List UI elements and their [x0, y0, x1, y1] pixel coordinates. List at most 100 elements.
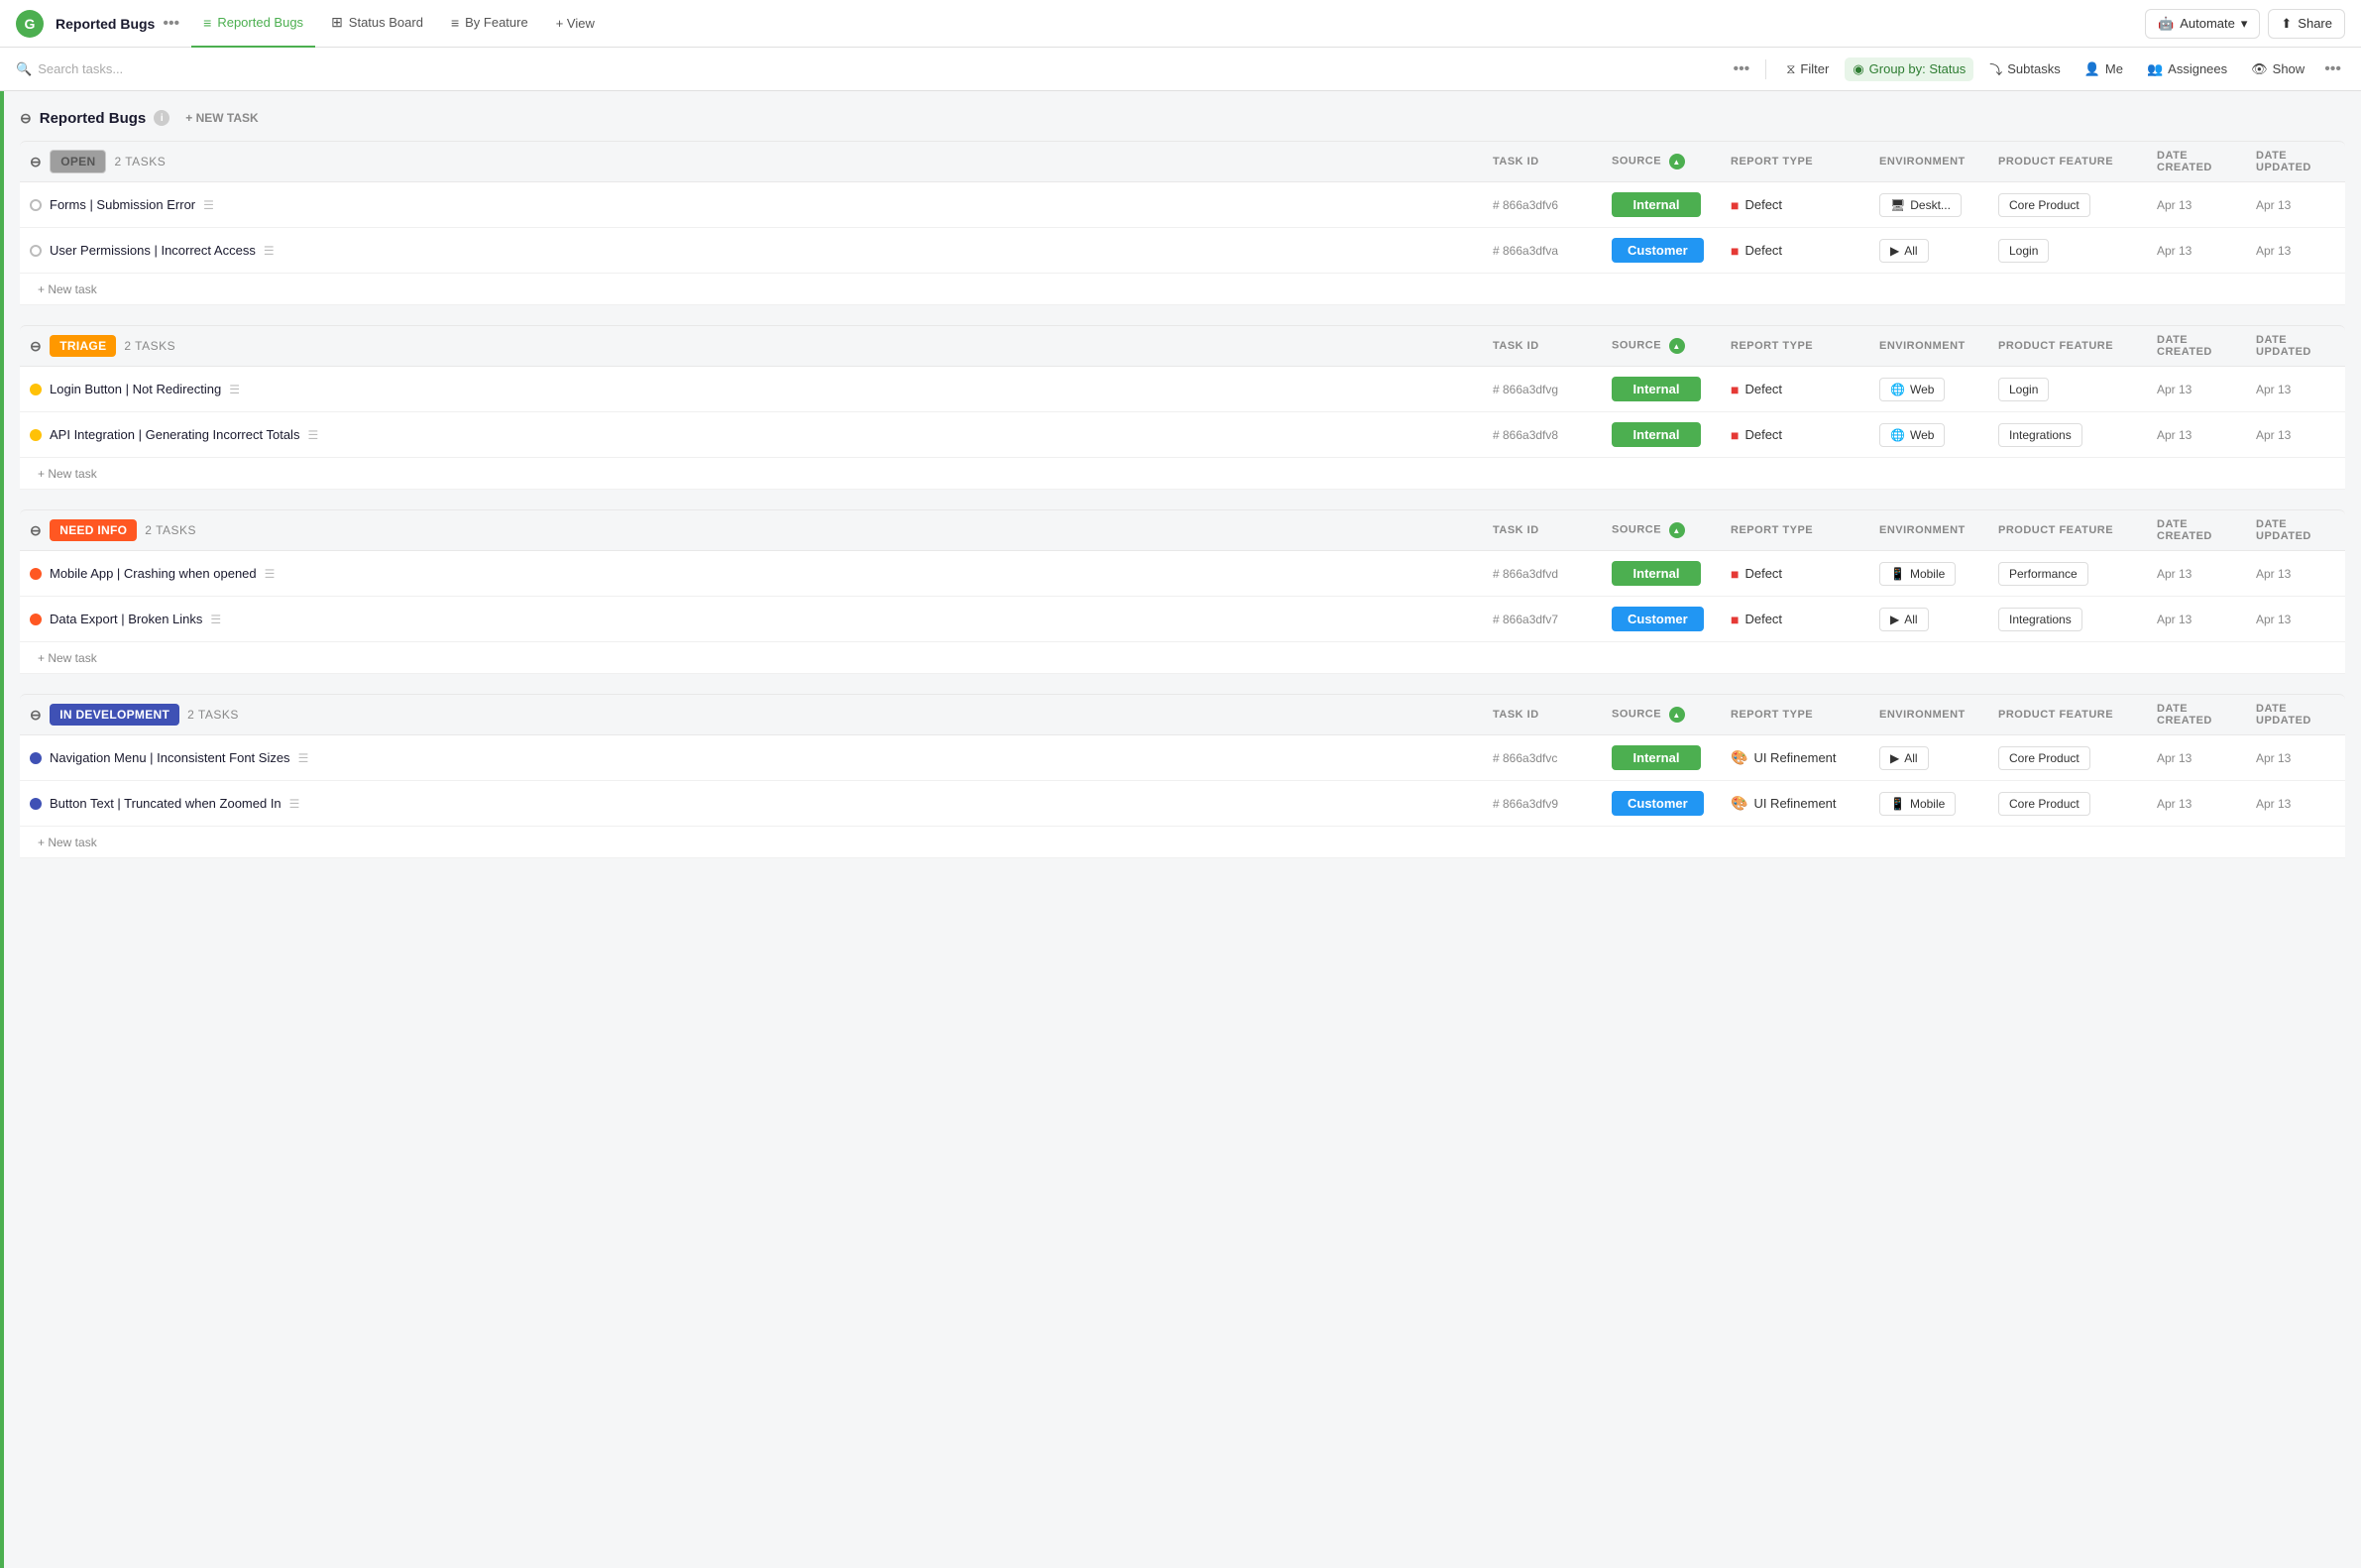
tab-by-feature[interactable]: ≡ By Feature	[439, 0, 540, 48]
subtasks-button[interactable]: ⤵ Subtasks	[1981, 56, 2069, 82]
task-menu-icon-triage-1[interactable]: ☰	[307, 428, 318, 442]
report-icon-need-info-0: ■	[1731, 566, 1739, 582]
task-feature-cell-open-1[interactable]: Login	[1988, 228, 2147, 274]
env-badge-need-info-1: ▶ All	[1879, 608, 1929, 631]
new-task-row-open[interactable]: + New task	[20, 274, 2345, 305]
task-name-triage-0[interactable]: Login Button | Not Redirecting	[50, 382, 221, 396]
task-name-in-development-0[interactable]: Navigation Menu | Inconsistent Font Size…	[50, 750, 290, 765]
new-task-button-open[interactable]: + New task	[30, 279, 105, 300]
automate-button[interactable]: 🤖 Automate ▾	[2145, 9, 2260, 39]
tab-status-board[interactable]: ⊞ Status Board	[319, 0, 435, 48]
task-feature-cell-in-development-0[interactable]: Core Product	[1988, 735, 2147, 781]
group-chevron-triage[interactable]: ⊖	[30, 338, 42, 355]
group-status-badge-in-development[interactable]: IN DEVELOPMENT	[50, 704, 179, 726]
task-env-cell-need-info-0[interactable]: 📱 Mobile	[1869, 551, 1988, 597]
task-name-open-1[interactable]: User Permissions | Incorrect Access	[50, 243, 256, 258]
group-chevron-in-development[interactable]: ⊖	[30, 707, 42, 724]
source-sort-icon-open[interactable]: ▲	[1669, 154, 1685, 169]
task-row-in-development-0[interactable]: Navigation Menu | Inconsistent Font Size…	[20, 735, 2345, 781]
task-name-need-info-0[interactable]: Mobile App | Crashing when opened	[50, 566, 257, 581]
task-source-cell-in-development-1[interactable]: Customer	[1602, 781, 1721, 827]
task-menu-icon-need-info-1[interactable]: ☰	[210, 613, 221, 626]
group-status-badge-triage[interactable]: TRIAGE	[50, 335, 116, 357]
task-menu-icon-triage-0[interactable]: ☰	[229, 383, 240, 396]
new-task-header-button[interactable]: + NEW TASK	[177, 107, 266, 129]
group-chevron-open[interactable]: ⊖	[30, 154, 42, 170]
group-chevron-need-info[interactable]: ⊖	[30, 522, 42, 539]
task-source-cell-triage-0[interactable]: Internal	[1602, 367, 1721, 412]
assignees-button[interactable]: 👥 Assignees	[2139, 57, 2235, 81]
add-view-button[interactable]: + View	[544, 0, 607, 48]
source-sort-icon-in-development[interactable]: ▲	[1669, 707, 1685, 723]
task-row-need-info-0[interactable]: Mobile App | Crashing when opened ☰ # 86…	[20, 551, 2345, 597]
task-source-cell-need-info-1[interactable]: Customer	[1602, 597, 1721, 642]
section-chevron-icon[interactable]: ⊖	[20, 110, 32, 127]
task-feature-cell-triage-0[interactable]: Login	[1988, 367, 2147, 412]
title-more-options[interactable]: •••	[163, 15, 179, 33]
me-button[interactable]: 👤 Me	[2077, 57, 2131, 81]
group-status-badge-need-info[interactable]: NEED INFO	[50, 519, 137, 541]
section-info-icon[interactable]: i	[154, 110, 169, 126]
source-sort-icon-need-info[interactable]: ▲	[1669, 522, 1685, 538]
reported-bugs-icon: ≡	[203, 15, 211, 31]
new-task-row-need-info[interactable]: + New task	[20, 642, 2345, 674]
task-name-cell-open-0: Forms | Submission Error ☰	[20, 182, 1483, 228]
task-name-cell-need-info-1: Data Export | Broken Links ☰	[20, 597, 1483, 642]
task-row-open-1[interactable]: User Permissions | Incorrect Access ☰ # …	[20, 228, 2345, 274]
share-button[interactable]: ⬆ Share	[2268, 9, 2345, 39]
group-by-button[interactable]: ◉ Group by: Status	[1845, 57, 1973, 81]
task-row-triage-0[interactable]: Login Button | Not Redirecting ☰ # 866a3…	[20, 367, 2345, 412]
task-menu-icon-open-1[interactable]: ☰	[264, 244, 275, 258]
task-name-in-development-1[interactable]: Button Text | Truncated when Zoomed In	[50, 796, 281, 811]
task-name-need-info-1[interactable]: Data Export | Broken Links	[50, 612, 202, 626]
task-row-triage-1[interactable]: API Integration | Generating Incorrect T…	[20, 412, 2345, 458]
task-menu-icon-need-info-0[interactable]: ☰	[265, 567, 276, 581]
task-created-cell-in-development-1: Apr 13	[2147, 781, 2246, 827]
task-menu-icon-in-development-1[interactable]: ☰	[289, 797, 300, 811]
new-task-button-need-info[interactable]: + New task	[30, 647, 105, 669]
task-name-triage-1[interactable]: API Integration | Generating Incorrect T…	[50, 427, 299, 442]
task-feature-cell-in-development-1[interactable]: Core Product	[1988, 781, 2147, 827]
source-badge-open-1: Customer	[1612, 238, 1704, 263]
task-env-cell-triage-1[interactable]: 🌐 Web	[1869, 412, 1988, 458]
task-env-cell-open-0[interactable]: 🖥 Deskt...	[1869, 182, 1988, 228]
group-task-count-need-info: 2 TASKS	[145, 523, 196, 537]
task-row-need-info-1[interactable]: Data Export | Broken Links ☰ # 866a3dfv7…	[20, 597, 2345, 642]
task-source-cell-open-1[interactable]: Customer	[1602, 228, 1721, 274]
new-task-button-in-development[interactable]: + New task	[30, 832, 105, 853]
search-box[interactable]: 🔍 Search tasks...	[16, 61, 1721, 77]
task-name-cell-in-development-0: Navigation Menu | Inconsistent Font Size…	[20, 735, 1483, 781]
top-bar-actions: 🤖 Automate ▾ ⬆ Share	[2145, 9, 2345, 39]
task-source-cell-in-development-0[interactable]: Internal	[1602, 735, 1721, 781]
task-row-open-0[interactable]: Forms | Submission Error ☰ # 866a3dfv6 I…	[20, 182, 2345, 228]
task-name-open-0[interactable]: Forms | Submission Error	[50, 197, 195, 212]
task-feature-cell-need-info-1[interactable]: Integrations	[1988, 597, 2147, 642]
task-env-cell-open-1[interactable]: ▶ All	[1869, 228, 1988, 274]
task-env-cell-in-development-0[interactable]: ▶ All	[1869, 735, 1988, 781]
source-sort-icon-triage[interactable]: ▲	[1669, 338, 1685, 354]
task-feature-cell-need-info-0[interactable]: Performance	[1988, 551, 2147, 597]
new-task-row-triage[interactable]: + New task	[20, 458, 2345, 490]
task-source-cell-triage-1[interactable]: Internal	[1602, 412, 1721, 458]
task-feature-cell-triage-1[interactable]: Integrations	[1988, 412, 2147, 458]
task-source-cell-open-0[interactable]: Internal	[1602, 182, 1721, 228]
task-env-cell-in-development-1[interactable]: 📱 Mobile	[1869, 781, 1988, 827]
new-task-row-in-development[interactable]: + New task	[20, 827, 2345, 858]
show-button[interactable]: 👁 Show	[2243, 57, 2312, 81]
task-menu-icon-open-0[interactable]: ☰	[203, 198, 214, 212]
task-env-cell-need-info-1[interactable]: ▶ All	[1869, 597, 1988, 642]
search-more-icon[interactable]: •••	[1729, 56, 1753, 82]
col-header-source-triage: SOURCE ▲	[1602, 325, 1721, 367]
main-content: ⊖ Reported Bugs i + NEW TASK ⊖ OPEN 2 TA…	[0, 91, 2361, 1568]
filter-button[interactable]: ⧖ Filter	[1778, 57, 1837, 81]
task-source-cell-need-info-0[interactable]: Internal	[1602, 551, 1721, 597]
new-task-button-triage[interactable]: + New task	[30, 463, 105, 485]
task-env-cell-triage-0[interactable]: 🌐 Web	[1869, 367, 1988, 412]
task-menu-icon-in-development-0[interactable]: ☰	[298, 751, 309, 765]
task-row-in-development-1[interactable]: Button Text | Truncated when Zoomed In ☰…	[20, 781, 2345, 827]
tab-reported-bugs[interactable]: ≡ Reported Bugs	[191, 0, 315, 48]
task-dot-open-1	[30, 245, 42, 257]
task-feature-cell-open-0[interactable]: Core Product	[1988, 182, 2147, 228]
group-status-badge-open[interactable]: OPEN	[50, 150, 106, 173]
toolbar-more-icon[interactable]: •••	[2320, 56, 2345, 82]
